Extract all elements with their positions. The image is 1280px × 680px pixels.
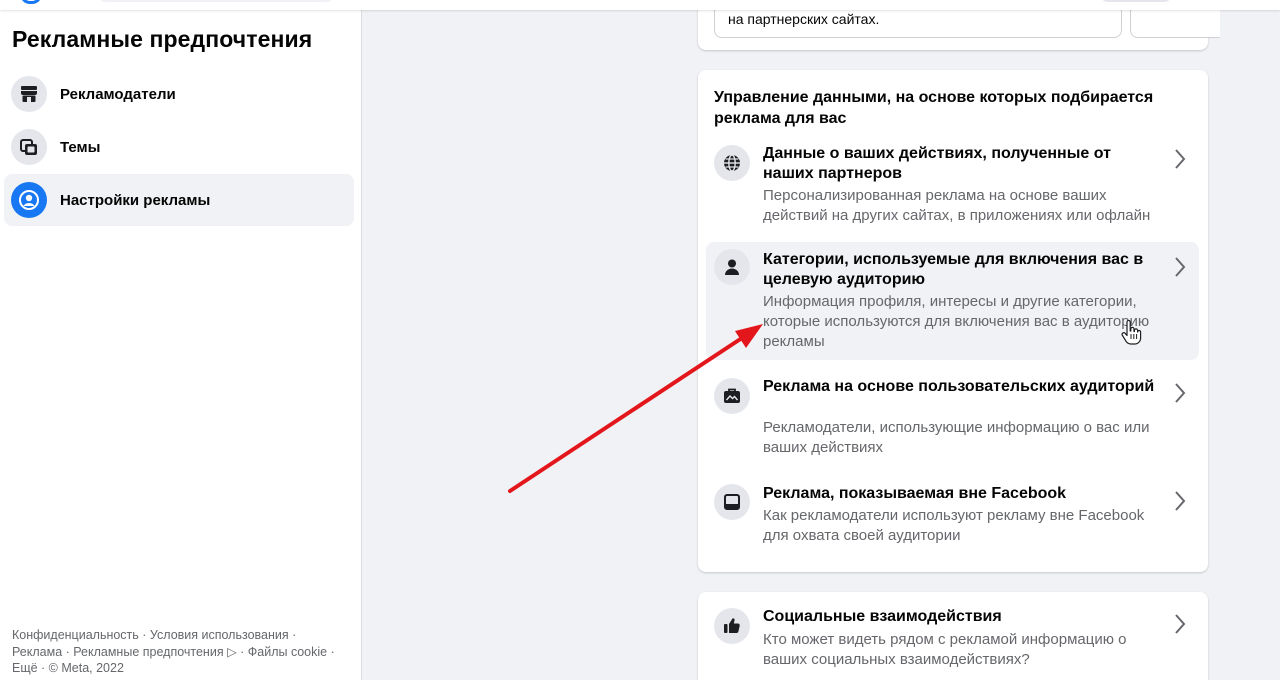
top-navigation-bar [0, 0, 1280, 10]
store-icon [11, 76, 47, 112]
row-description: Кто может видеть рядом с рекламой информ… [763, 631, 1127, 668]
footer-line[interactable]: Ещё · © Meta, 2022 [12, 660, 352, 677]
facebook-logo-icon[interactable] [20, 0, 42, 4]
row-description: Как рекламодатели используют рекламу вне… [763, 507, 1145, 544]
footer-links: Конфиденциальность · Условия использован… [12, 627, 352, 677]
sidebar-item-label: Рекламодатели [60, 85, 176, 103]
hand-cursor-icon [1121, 320, 1142, 345]
row-social-interactions[interactable]: Социальные взаимодействия Кто может виде… [706, 602, 1199, 680]
row-custom-audiences[interactable]: Реклама на основе пользовательских аудит… [706, 368, 1199, 466]
row-title: Реклама на основе пользовательских аудит… [763, 378, 1155, 395]
chevron-right-icon [1175, 383, 1186, 403]
laptop-icon [714, 484, 750, 520]
sidebar-item-label: Темы [60, 138, 101, 156]
row-title: Социальные взаимодействия [763, 608, 1002, 625]
row-title: Данные о ваших действиях, полученные от … [763, 145, 1111, 182]
card-title: Управление данными, на основе которых по… [714, 89, 1154, 127]
row-title: Категории, используемые для включения ва… [763, 251, 1144, 288]
sidebar-item-label: Настройки рекламы [60, 191, 211, 209]
row-partner-activity[interactable]: Данные о ваших действиях, полученные от … [706, 138, 1199, 234]
top-bar-button[interactable] [1100, 0, 1172, 2]
sidebar: Рекламные предпочтения Рекламодатели Тем… [0, 10, 362, 680]
row-description: Рекламодатели, использующие информацию о… [763, 419, 1150, 456]
sidebar-item-ad-settings[interactable]: Настройки рекламы [4, 174, 354, 226]
chevron-right-icon [1175, 149, 1186, 169]
user-circle-icon [11, 182, 47, 218]
person-icon [714, 249, 750, 285]
chevron-right-icon [1175, 257, 1186, 277]
social-interactions-card: Социальные взаимодействия Кто может виде… [698, 592, 1208, 680]
thumbs-up-icon [714, 608, 750, 644]
chevron-right-icon [1175, 614, 1186, 634]
sidebar-item-advertisers[interactable]: Рекламодатели [4, 68, 354, 120]
footer-line[interactable]: Реклама · Рекламные предпочтения ▷ · Фай… [12, 644, 352, 661]
footer-line[interactable]: Конфиденциальность · Условия использован… [12, 627, 352, 644]
row-ads-off-facebook[interactable]: Реклама, показываемая вне Facebook Как р… [706, 474, 1199, 560]
row-description: Информация профиля, интересы и другие ка… [763, 293, 1150, 350]
row-description: Персонализированная реклама на основе ва… [763, 187, 1151, 224]
briefcase-icon [714, 378, 750, 414]
option-text: на партнерских сайтах. [728, 11, 880, 27]
row-title: Реклама, показываемая вне Facebook [763, 485, 1067, 502]
search-input[interactable] [96, 0, 336, 2]
globe-icon [714, 145, 750, 181]
chevron-right-icon [1175, 491, 1186, 511]
page-title: Рекламные предпочтения [12, 26, 313, 52]
sidebar-item-topics[interactable]: Темы [4, 121, 354, 173]
topics-icon [11, 129, 47, 165]
